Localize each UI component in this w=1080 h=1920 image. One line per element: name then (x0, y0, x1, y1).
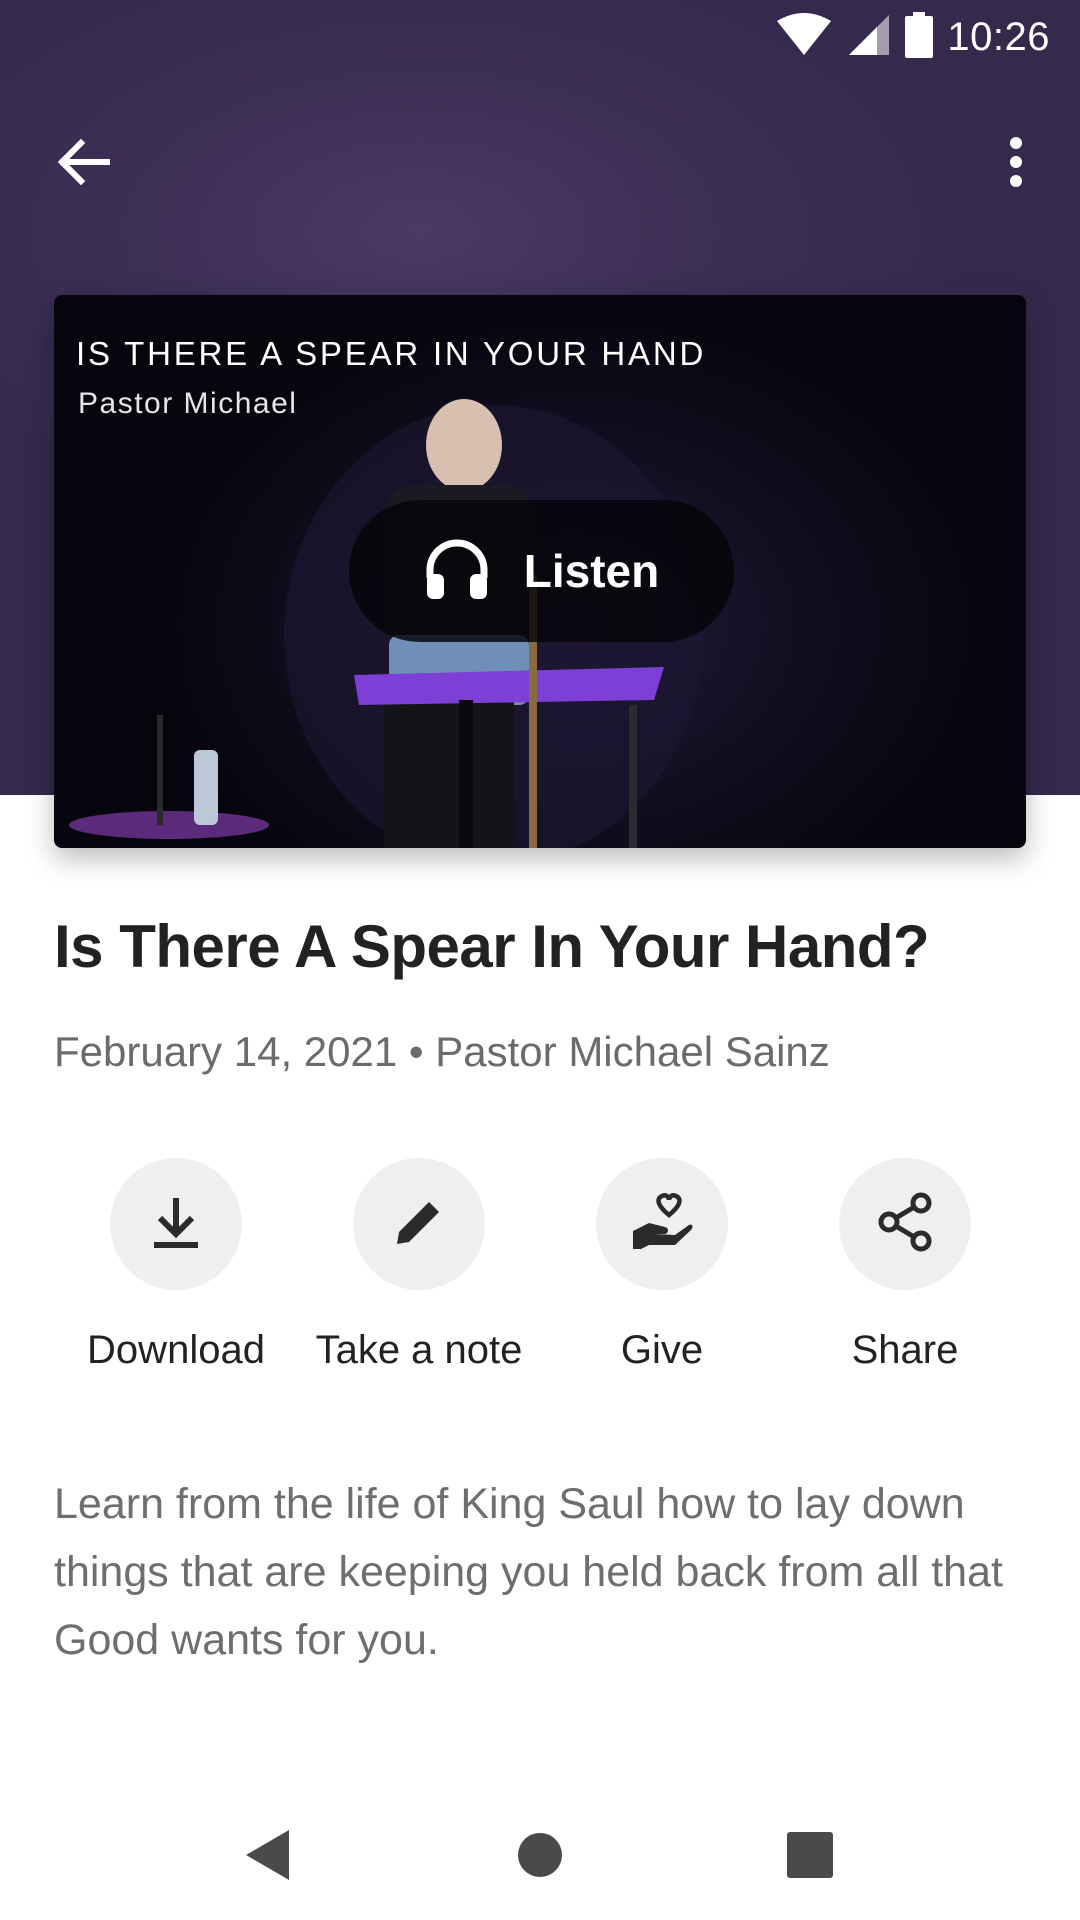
share-icon (875, 1191, 935, 1258)
give-circle (596, 1158, 728, 1290)
nav-back-button[interactable] (222, 1812, 312, 1902)
action-row: Download Take a note Give Share (0, 1158, 1080, 1378)
nav-home-button[interactable] (495, 1812, 585, 1902)
sermon-description: Learn from the life of King Saul how to … (54, 1480, 1003, 1664)
download-button[interactable]: Download (56, 1158, 296, 1373)
nav-recents-button[interactable] (765, 1812, 855, 1902)
arrow-left-icon (57, 138, 111, 191)
more-vertical-icon (1008, 136, 1024, 193)
take-note-circle (353, 1158, 485, 1290)
give-heart-hand-icon (631, 1192, 693, 1256)
more-options-button[interactable] (976, 124, 1056, 204)
listen-label: Listen (523, 545, 660, 597)
take-note-button[interactable]: Take a note (299, 1158, 539, 1373)
share-button[interactable]: Share (785, 1158, 1025, 1373)
status-time: 10:26 (947, 15, 1050, 59)
give-button[interactable]: Give (542, 1158, 782, 1373)
download-icon (150, 1194, 202, 1255)
give-label: Give (620, 1328, 704, 1372)
recents-square-icon (786, 1831, 834, 1884)
back-triangle-icon (243, 1828, 291, 1887)
download-label: Download (87, 1328, 265, 1372)
sermon-title: Is There A Spear In Your Hand? (54, 913, 930, 980)
headphones-icon (424, 538, 490, 605)
media-overlay-subtitle: Pastor Michael (78, 387, 298, 420)
media-overlay-title: IS THERE A SPEAR IN YOUR HAND (76, 335, 707, 372)
listen-button[interactable]: Listen (349, 500, 734, 642)
share-circle (839, 1158, 971, 1290)
pencil-icon (393, 1196, 445, 1253)
sermon-media-card[interactable]: IS THERE A SPEAR IN YOUR HAND Pastor Mic… (54, 295, 1026, 848)
toolbar (0, 110, 1080, 210)
wifi-icon (775, 13, 833, 62)
battery-icon (905, 12, 934, 63)
sermon-meta: February 14, 2021 • Pastor Michael Sainz (54, 1028, 830, 1075)
back-button[interactable] (44, 124, 124, 204)
signal-icon (847, 13, 891, 62)
take-note-label: Take a note (315, 1328, 523, 1372)
download-circle (110, 1158, 242, 1290)
home-circle-icon (516, 1831, 564, 1884)
status-bar: 10:26 (0, 0, 1080, 75)
system-navigation-bar (0, 1790, 1080, 1920)
share-label: Share (851, 1328, 959, 1372)
